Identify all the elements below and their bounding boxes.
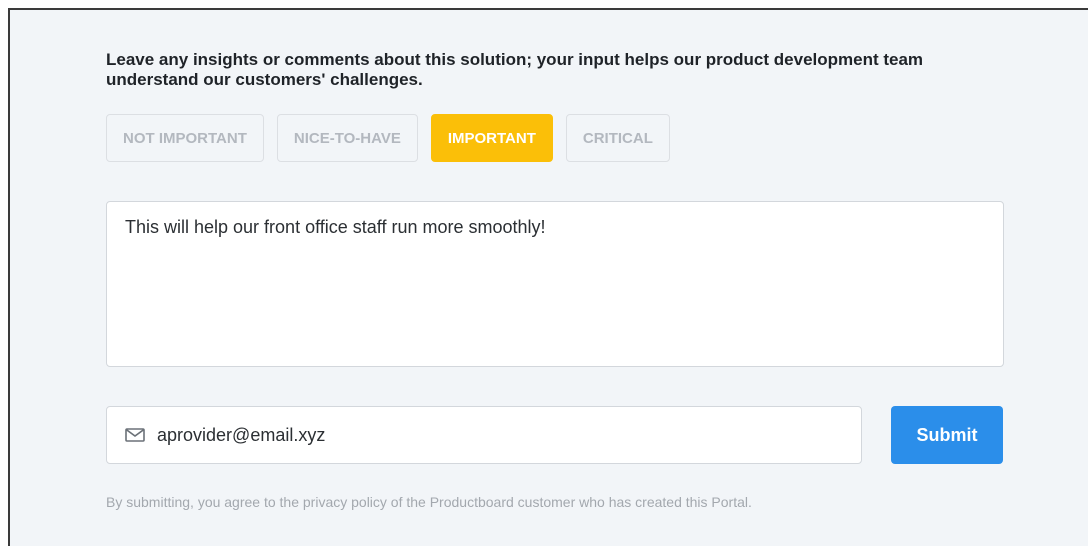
importance-nice-to-have-button[interactable]: NICE-TO-HAVE (276, 114, 418, 162)
email-field-wrapper[interactable] (106, 406, 862, 464)
email-input[interactable] (157, 407, 861, 463)
privacy-notice: By submitting, you agree to the privacy … (106, 494, 752, 510)
importance-critical-button[interactable]: CRITICAL (565, 114, 670, 162)
submit-button[interactable]: Submit (891, 406, 1003, 464)
mail-icon (125, 427, 145, 443)
importance-not-important-button[interactable]: NOT IMPORTANT (106, 114, 264, 162)
importance-options: NOT IMPORTANT NICE-TO-HAVE IMPORTANT CRI… (106, 114, 670, 162)
feedback-prompt: Leave any insights or comments about thi… (106, 50, 924, 89)
comment-textarea[interactable]: This will help our front office staff ru… (106, 201, 1004, 367)
importance-important-button[interactable]: IMPORTANT (430, 114, 553, 162)
feedback-panel: Leave any insights or comments about thi… (8, 8, 1088, 546)
